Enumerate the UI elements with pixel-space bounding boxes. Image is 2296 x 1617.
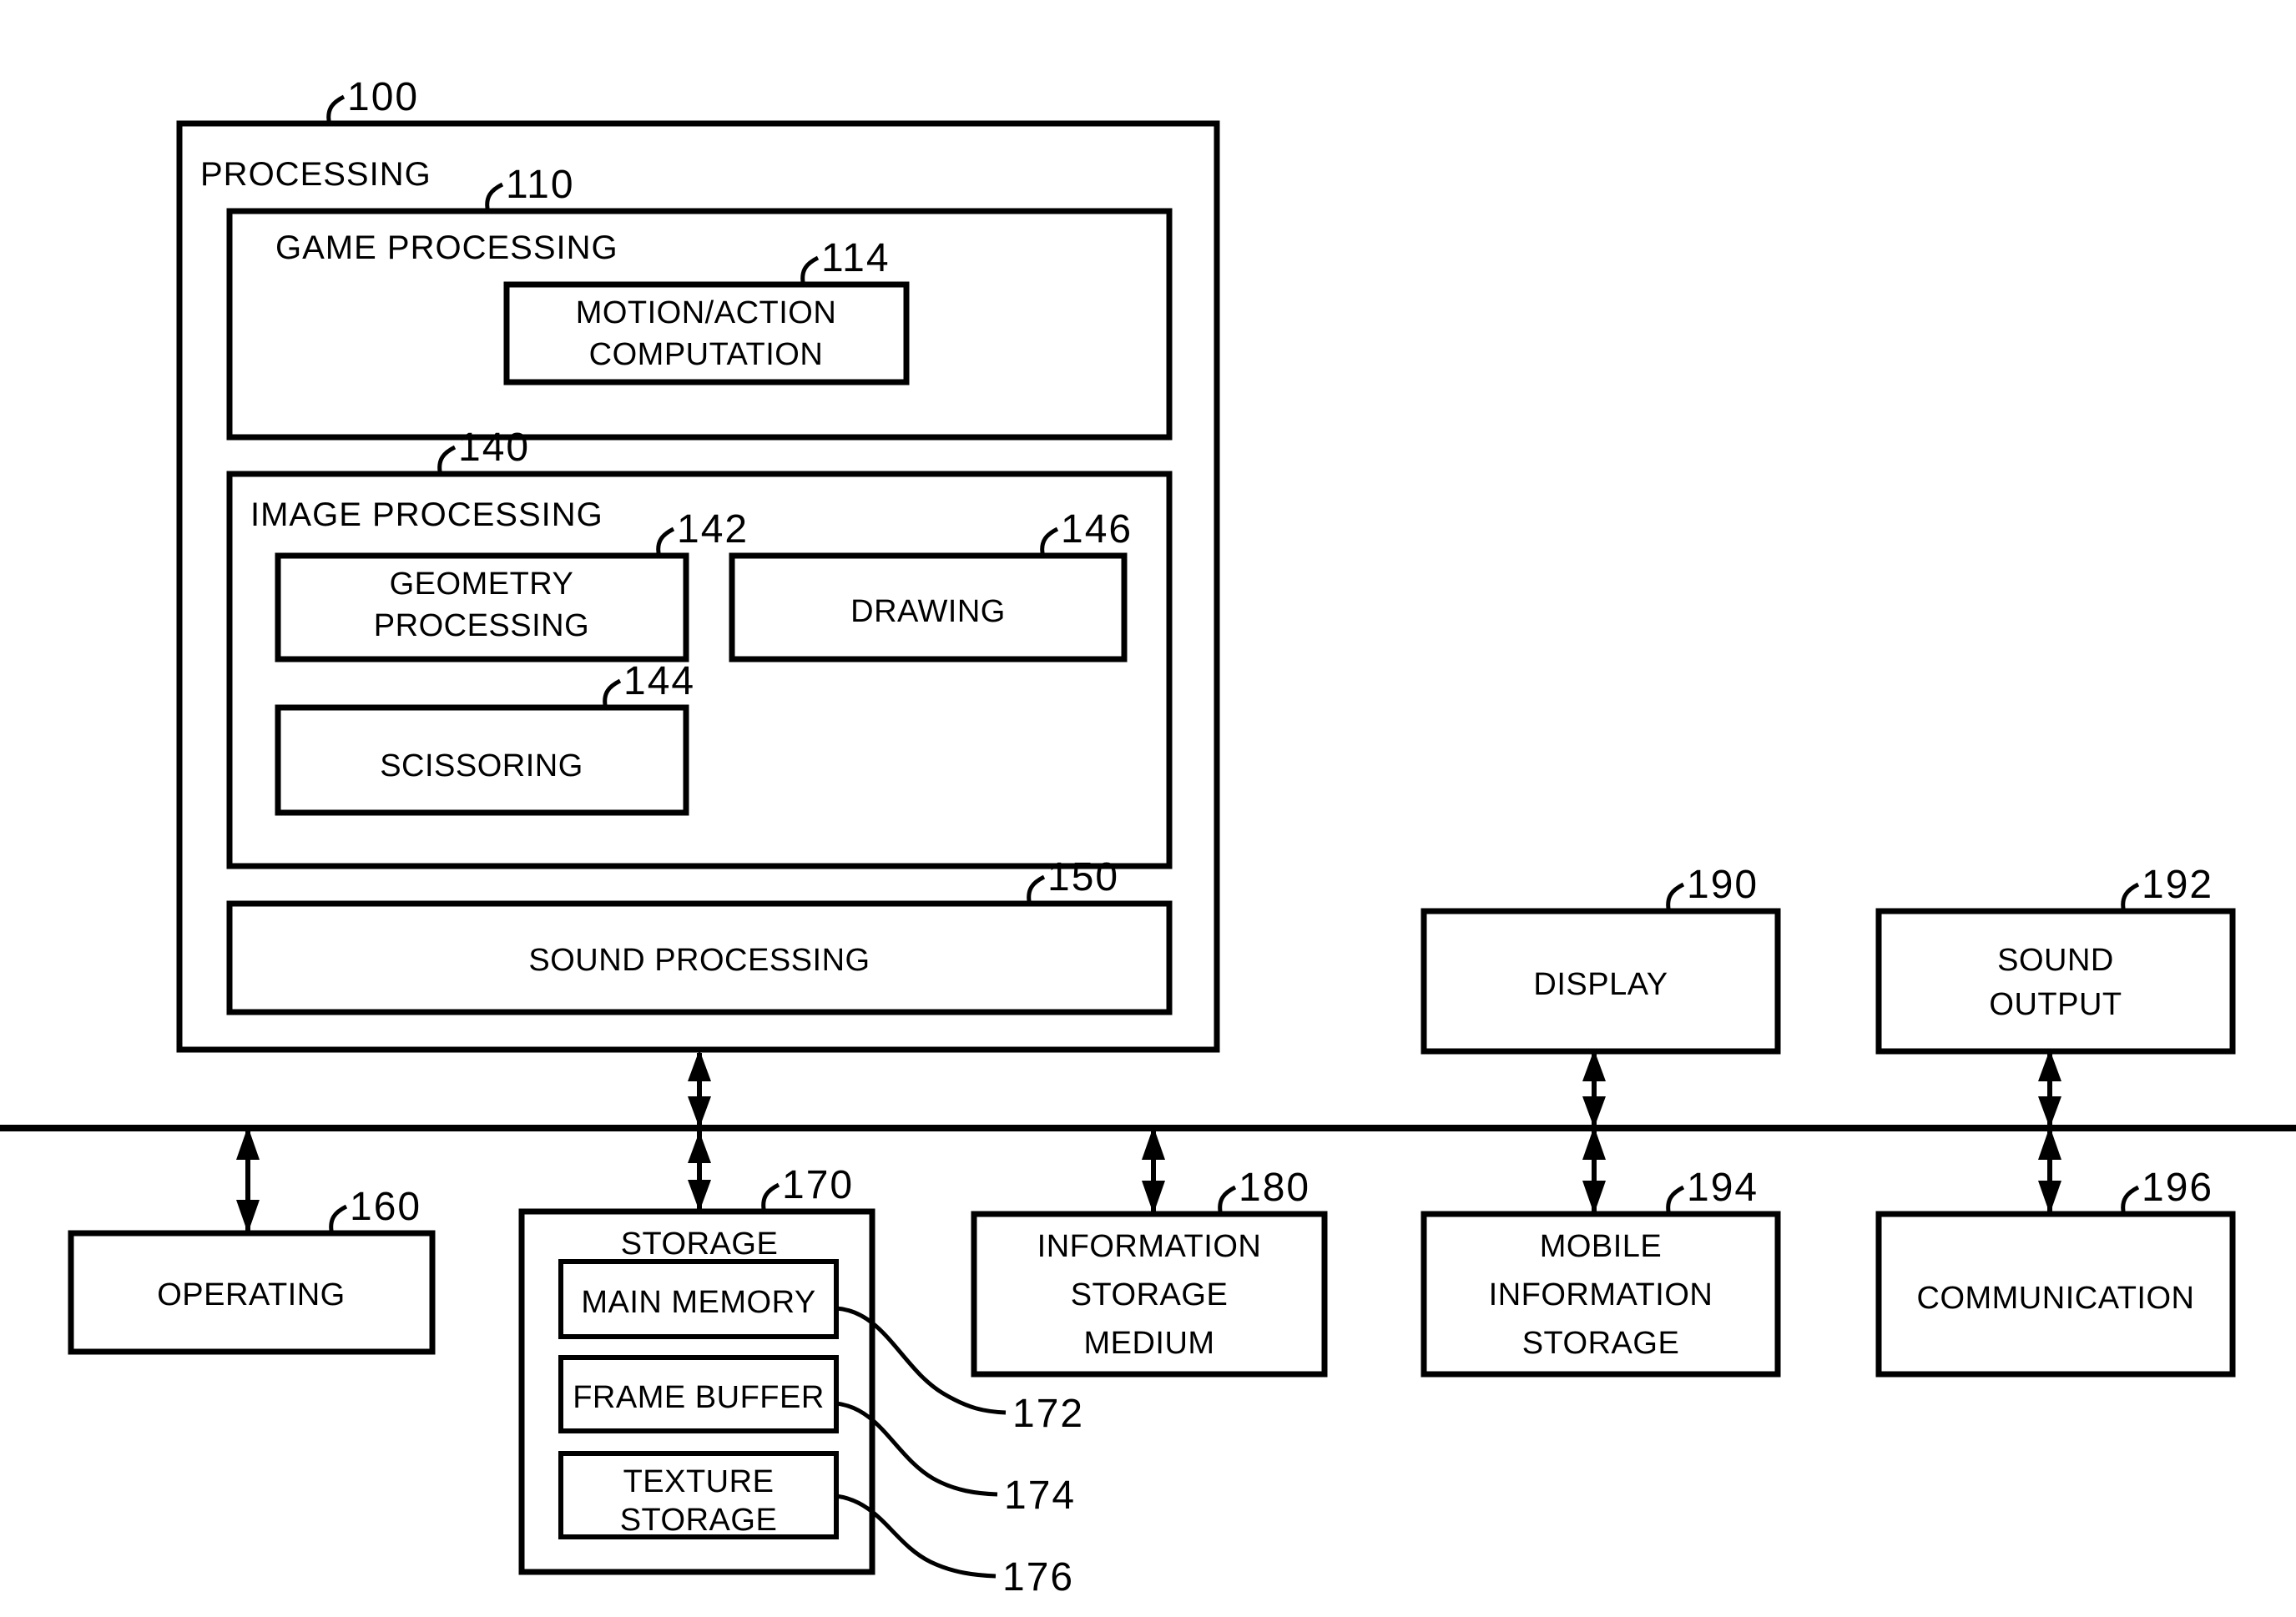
patent-block-diagram: PROCESSING 100 GAME PROCESSING 110 MOTIO… (0, 75, 2296, 1599)
block-communication-label: COMMUNICATION (1917, 1281, 2195, 1316)
block-scissoring-label: SCISSORING (380, 748, 583, 783)
block-geometry-line1: GEOMETRY (390, 567, 574, 602)
connector-display-bus (1582, 1050, 1606, 1128)
block-sound-output-line1: SOUND (1997, 943, 2114, 978)
ref-100: 100 (347, 75, 419, 119)
block-sound-output-line2: OUTPUT (1989, 987, 2122, 1022)
connector-bus-info-storage (1142, 1126, 1165, 1214)
block-game-processing-label: GAME PROCESSING (275, 229, 618, 266)
block-display-label: DISPLAY (1533, 967, 1668, 1002)
ref-110: 110 (506, 163, 575, 207)
block-mobile-info-line3: STORAGE (1522, 1326, 1680, 1361)
ref-150: 150 (1047, 855, 1119, 899)
block-motion-action-line1: MOTION/ACTION (576, 295, 837, 330)
ref-172: 172 (1012, 1392, 1084, 1436)
connector-bus-storage (688, 1131, 711, 1211)
block-main-memory-label: MAIN MEMORY (581, 1285, 815, 1320)
block-mobile-info-line1: MOBILE (1540, 1229, 1663, 1264)
block-info-storage-line3: MEDIUM (1083, 1326, 1214, 1361)
block-storage-label: STORAGE (621, 1227, 779, 1262)
ref-190: 190 (1687, 863, 1759, 907)
block-info-storage-line1: INFORMATION (1037, 1229, 1262, 1264)
ref-174: 174 (1004, 1473, 1076, 1518)
ref-142: 142 (677, 507, 749, 552)
connector-sound-output-bus (2038, 1050, 2061, 1128)
ref-170: 170 (782, 1163, 854, 1207)
ref-140: 140 (458, 426, 530, 470)
block-processing-label: PROCESSING (200, 156, 431, 193)
ref-160: 160 (350, 1185, 421, 1229)
block-frame-buffer-label: FRAME BUFFER (573, 1380, 825, 1415)
block-texture-storage-line1: TEXTURE (623, 1464, 775, 1499)
ref-144: 144 (623, 659, 695, 703)
ref-192: 192 (2142, 863, 2213, 907)
ref-194: 194 (1687, 1166, 1759, 1210)
ref-114: 114 (821, 236, 891, 280)
block-sound-output (1875, 908, 2236, 1055)
connector-bus-mobile-info (1582, 1126, 1606, 1214)
block-motion-action-line2: COMPUTATION (589, 337, 824, 372)
block-sound-processing-label: SOUND PROCESSING (528, 943, 870, 978)
connector-bus-operating (236, 1126, 260, 1233)
block-info-storage-line2: STORAGE (1071, 1277, 1229, 1312)
connector-bus-communication (2038, 1126, 2061, 1214)
block-geometry-line2: PROCESSING (374, 608, 589, 643)
block-image-processing-label: IMAGE PROCESSING (250, 496, 603, 533)
block-operating-label: OPERATING (157, 1277, 346, 1312)
ref-180: 180 (1239, 1166, 1310, 1210)
block-mobile-info-line2: INFORMATION (1489, 1277, 1713, 1312)
ref-146: 146 (1061, 507, 1133, 552)
ref-176: 176 (1002, 1555, 1074, 1599)
block-texture-storage-line2: STORAGE (620, 1503, 778, 1538)
block-drawing-label: DRAWING (850, 594, 1006, 629)
ref-196: 196 (2142, 1166, 2213, 1210)
connector-processing-bus (688, 1050, 711, 1128)
